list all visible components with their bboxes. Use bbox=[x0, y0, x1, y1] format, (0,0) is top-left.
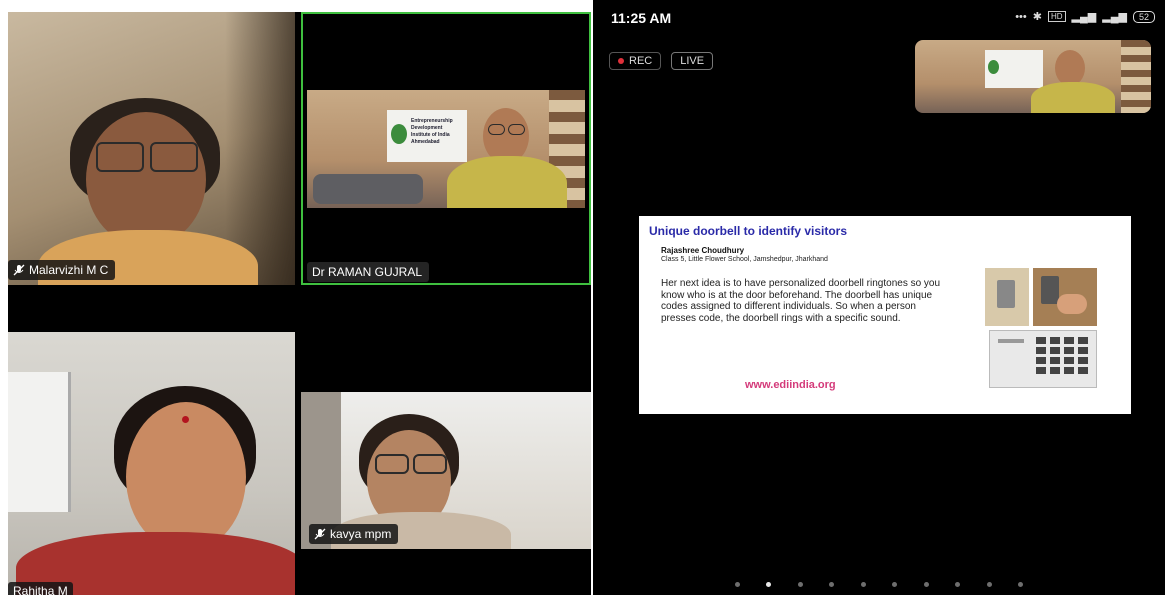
bindi bbox=[182, 416, 189, 423]
page-dot[interactable] bbox=[955, 582, 961, 587]
video-tile-rahitha[interactable]: Rahitha M bbox=[8, 332, 295, 595]
page-dot[interactable] bbox=[923, 582, 929, 587]
participant-face bbox=[86, 112, 206, 247]
keypad-panel bbox=[989, 330, 1097, 388]
phone-screenshot: 11:25 AM ••• ✱ HD ▂▄▆ ▂▄▆ 52 REC LIVE Un… bbox=[593, 0, 1165, 595]
institute-logo-icon bbox=[988, 60, 999, 74]
glasses-icon bbox=[413, 454, 447, 474]
slide-url: www.ediindia.org bbox=[745, 379, 836, 391]
page-dot[interactable] bbox=[829, 582, 835, 587]
glasses-icon bbox=[96, 142, 144, 172]
page-dot[interactable] bbox=[986, 582, 992, 587]
participant-body bbox=[1031, 82, 1115, 113]
participant-face bbox=[126, 402, 246, 552]
page-dot[interactable] bbox=[797, 582, 803, 587]
glasses-icon bbox=[488, 124, 505, 135]
participant-name-tag: Dr RAMAN GUJRAL bbox=[307, 262, 430, 282]
backdrop-banner: Entrepreneurship Development Institute of … bbox=[387, 110, 467, 162]
page-dot[interactable] bbox=[860, 582, 866, 587]
participant-name-tag: kavya mpm bbox=[309, 524, 399, 544]
page-dot[interactable] bbox=[1018, 582, 1024, 587]
mic-muted-icon bbox=[13, 264, 25, 276]
doorbell-photo bbox=[985, 268, 1029, 326]
bluetooth-icon: ✱ bbox=[1032, 11, 1042, 23]
slide-title: Unique doorbell to identify visitors bbox=[649, 224, 848, 238]
status-icons: ••• ✱ HD ▂▄▆ ▂▄▆ 52 bbox=[1015, 10, 1155, 23]
page-dot-active[interactable] bbox=[766, 582, 772, 587]
page-dot[interactable] bbox=[734, 582, 740, 587]
participant-name: kavya mpm bbox=[330, 527, 392, 541]
shared-slide: Unique doorbell to identify visitors Raj… bbox=[639, 216, 1131, 414]
speaker-thumbnail[interactable] bbox=[915, 40, 1151, 113]
slide-body: Her next idea is to have personalized do… bbox=[661, 278, 941, 324]
hd-icon: HD bbox=[1047, 11, 1066, 22]
video-tile-malarvizhi[interactable]: Malarvizhi M C bbox=[8, 12, 295, 285]
more-icon: ••• bbox=[1015, 10, 1027, 23]
signal-icon: ▂▄▆ bbox=[1102, 11, 1127, 23]
rec-dot-icon bbox=[618, 58, 624, 64]
battery-icon: 52 bbox=[1132, 10, 1155, 23]
status-time: 11:25 AM bbox=[611, 10, 672, 26]
slide-author: Rajashree Choudhury bbox=[661, 246, 745, 255]
video-tile-raman-gujral[interactable]: Entrepreneurship Development Institute of … bbox=[301, 12, 591, 285]
sofa bbox=[313, 174, 423, 204]
doorbell-image bbox=[985, 268, 1097, 388]
page-dot[interactable] bbox=[892, 582, 898, 587]
recording-indicator[interactable]: REC LIVE bbox=[609, 52, 714, 70]
live-badge: LIVE bbox=[671, 52, 714, 70]
participant-name: Malarvizhi M C bbox=[29, 263, 109, 277]
backdrop-banner bbox=[985, 50, 1043, 88]
video-feed: Entrepreneurship Development Institute of … bbox=[307, 90, 585, 208]
rec-badge: REC bbox=[609, 52, 662, 70]
participant-name-tag: Rahitha M bbox=[8, 582, 73, 595]
glasses-icon bbox=[375, 454, 409, 474]
glasses-icon bbox=[150, 142, 198, 172]
bookshelf bbox=[1121, 40, 1151, 113]
gallery-view-screenshot: Malarvizhi M C Entrepreneurship Developme… bbox=[8, 12, 591, 595]
video-tile-kavya[interactable]: kavya mpm bbox=[301, 392, 591, 549]
participant-name: Dr RAMAN GUJRAL bbox=[312, 265, 423, 279]
page-indicator[interactable] bbox=[593, 580, 1165, 587]
signal-icon: ▂▄▆ bbox=[1071, 11, 1097, 23]
participant-body bbox=[447, 156, 567, 208]
backdrop-text: Entrepreneurship Development Institute of … bbox=[411, 118, 453, 145]
participant-name: Rahitha M bbox=[13, 584, 68, 595]
participant-name-tag: Malarvizhi M C bbox=[8, 260, 116, 280]
doorbell-press-photo bbox=[1033, 268, 1097, 326]
mic-muted-icon bbox=[314, 528, 326, 540]
glasses-icon bbox=[508, 124, 525, 135]
participant-face bbox=[1055, 50, 1085, 86]
window-frame bbox=[8, 372, 71, 512]
institute-logo-icon bbox=[391, 124, 407, 144]
slide-school: Class 5, Little Flower School, Jamshedpu… bbox=[661, 256, 828, 263]
